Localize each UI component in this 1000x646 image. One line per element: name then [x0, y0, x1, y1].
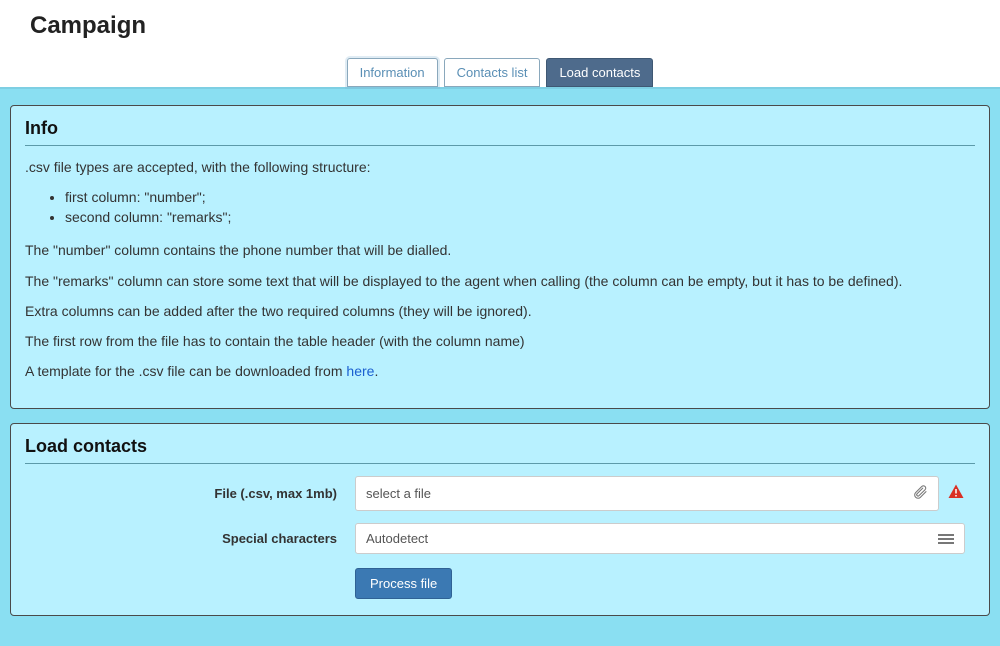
list-item: second column: "remarks";	[65, 208, 975, 228]
file-input[interactable]: select a file	[355, 476, 939, 511]
tab-information[interactable]: Information	[347, 58, 438, 87]
info-columns-list: first column: "number"; second column: "…	[25, 188, 975, 227]
info-extra: Extra columns can be added after the two…	[25, 302, 975, 320]
content-area: Info .csv file types are accepted, with …	[0, 87, 1000, 646]
paperclip-icon	[912, 484, 928, 503]
info-number: The "number" column contains the phone n…	[25, 241, 975, 259]
load-contacts-panel: Load contacts File (.csv, max 1mb) selec…	[10, 423, 990, 616]
file-row: File (.csv, max 1mb) select a file	[25, 476, 975, 511]
menu-icon	[938, 534, 954, 544]
process-file-button[interactable]: Process file	[355, 568, 452, 599]
divider	[25, 145, 975, 146]
special-chars-row: Special characters Autodetect	[25, 523, 975, 554]
special-chars-label: Special characters	[25, 531, 355, 546]
special-chars-value: Autodetect	[366, 531, 428, 546]
info-template-prefix: A template for the .csv file can be down…	[25, 363, 346, 379]
tabs-bar: Information Contacts list Load contacts	[0, 58, 1000, 87]
file-label: File (.csv, max 1mb)	[25, 486, 355, 501]
warning-icon	[947, 483, 965, 504]
info-header-row: The first row from the file has to conta…	[25, 332, 975, 350]
info-panel: Info .csv file types are accepted, with …	[10, 105, 990, 409]
info-panel-title: Info	[25, 118, 975, 139]
info-template-suffix: .	[374, 363, 378, 379]
divider	[25, 463, 975, 464]
file-input-placeholder: select a file	[366, 486, 431, 501]
special-chars-select[interactable]: Autodetect	[355, 523, 965, 554]
tab-contacts-list[interactable]: Contacts list	[444, 58, 541, 87]
page-title: Campaign	[30, 12, 970, 40]
info-remarks: The "remarks" column can store some text…	[25, 272, 975, 290]
tab-load-contacts[interactable]: Load contacts	[546, 58, 653, 87]
list-item: first column: "number";	[65, 188, 975, 208]
load-panel-title: Load contacts	[25, 436, 975, 457]
info-intro: .csv file types are accepted, with the f…	[25, 158, 975, 176]
template-download-link[interactable]: here	[346, 363, 374, 379]
info-template: A template for the .csv file can be down…	[25, 362, 975, 380]
